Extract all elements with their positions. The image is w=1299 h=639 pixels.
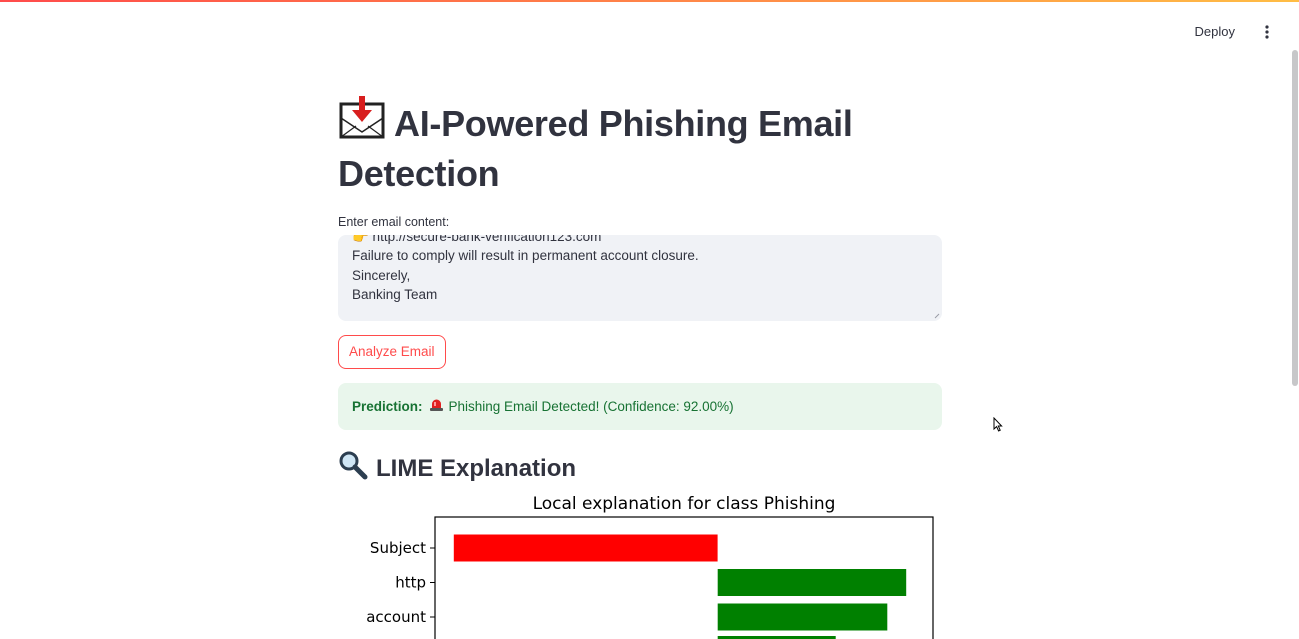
y-tick-label: http xyxy=(395,574,426,592)
email-line: Failure to comply will result in permane… xyxy=(352,248,699,264)
chart-ticks: Subject http account xyxy=(366,539,435,626)
page-scrollbar-thumb[interactable] xyxy=(1292,50,1298,386)
chart-title: Local explanation for class Phishing xyxy=(533,494,836,514)
email-line: 👉 http://secure-bank-verification123.com xyxy=(352,235,602,244)
app-root: Deploy AI-Powered Phishing Email Detecti… xyxy=(0,0,1299,639)
top-decoration-bar xyxy=(0,0,1299,2)
chart-bar-account xyxy=(717,603,888,631)
magnifier-icon xyxy=(338,450,368,487)
email-line: Sincerely, xyxy=(352,267,411,283)
inbox-tray-icon xyxy=(338,96,386,151)
main-content: AI-Powered Phishing Email Detection Ente… xyxy=(338,96,943,487)
lime-heading-text: LIME Explanation xyxy=(376,454,577,482)
analyze-email-button[interactable]: Analyze Email xyxy=(338,335,446,369)
email-line: Banking Team xyxy=(352,286,438,302)
chart-bars xyxy=(453,534,907,639)
email-content-text: 👉 http://secure-bank-verification123.com… xyxy=(352,235,699,304)
email-content-textarea[interactable]: 👉 http://secure-bank-verification123.com… xyxy=(338,235,942,321)
y-tick-label: account xyxy=(366,608,426,626)
deploy-button[interactable]: Deploy xyxy=(1187,18,1243,45)
more-vertical-icon[interactable] xyxy=(1257,20,1277,44)
header-toolbar: Deploy xyxy=(1187,18,1277,45)
chart-bar-subject xyxy=(453,534,718,562)
y-tick-label: Subject xyxy=(370,539,426,557)
email-field-label: Enter email content: xyxy=(338,215,450,229)
page-title: AI-Powered Phishing Email Detection xyxy=(338,96,943,197)
mouse-cursor-icon xyxy=(993,416,1003,437)
siren-icon xyxy=(429,398,444,415)
prediction-alert: Prediction: Phishing Email Detected! (Co… xyxy=(338,383,942,430)
prediction-text: Phishing Email Detected! (Confidence: 92… xyxy=(448,399,734,414)
prediction-key: Prediction: xyxy=(352,399,423,414)
page-title-text: AI-Powered Phishing Email Detection xyxy=(338,103,853,194)
resize-handle-icon[interactable] xyxy=(934,313,940,319)
lime-chart-svg: Local explanation for class Phishing Sub… xyxy=(366,494,934,639)
lime-explanation-heading: LIME Explanation xyxy=(338,450,943,487)
chart-bar-http xyxy=(717,569,907,596)
lime-chart: Local explanation for class Phishing Sub… xyxy=(338,490,948,639)
